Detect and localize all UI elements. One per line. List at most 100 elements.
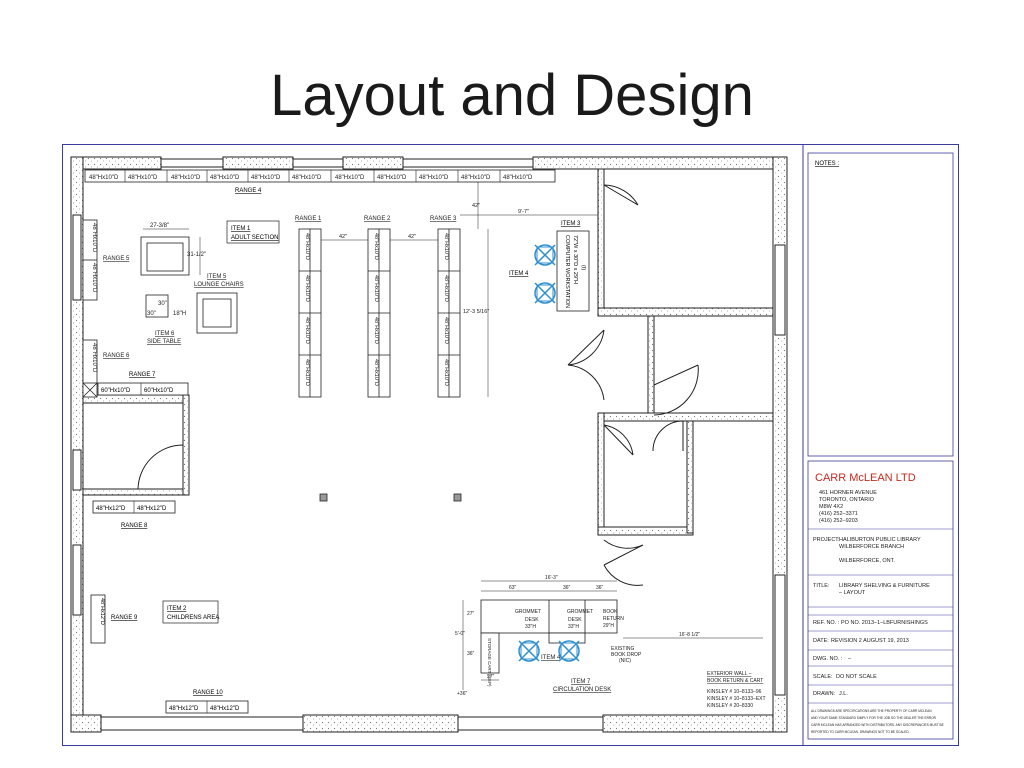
dim-label: 16'-3" [545, 575, 558, 581]
note-text: BOOK RETURN & CART [707, 678, 763, 684]
scale-value: DO NOT SCALE [836, 674, 877, 680]
item-label: ITEM 6 [155, 331, 175, 337]
item-2-box: ITEM 2 CHILDRENS AREA [162, 600, 219, 624]
note-text: KINSLEY # 10–8133–EXT [707, 696, 766, 702]
dwg-label: DWG. NO. : [813, 656, 843, 662]
address-line: 461 HORNER AVENUE [819, 490, 877, 496]
project-value: HALIBURTON PUBLIC LIBRARY [839, 537, 921, 543]
address-line: (416) 252–3371 [819, 511, 858, 517]
workstation-label: COMPUTER WORKSTATION [564, 235, 570, 308]
shelf-label: 48"Hx10"D [251, 175, 281, 181]
range-label: RANGE 3 [430, 216, 457, 222]
desk-label: BOOK [603, 609, 618, 615]
item-label: ITEM 3 [561, 221, 581, 227]
disclaimer-line: REPORTED TO CARR MCLEAN. DRAWINGS NOT TO… [811, 730, 910, 734]
desk-label: DESK [568, 617, 582, 623]
workstation-label: 72"W x 30"D x 29"H [572, 235, 578, 284]
desk-label: STORAGE CART (SEP) [487, 638, 492, 687]
shelf-label: 48"Hx10"D [443, 317, 449, 344]
shelf-label: 48"Hx10"D [461, 175, 491, 181]
shelf-label: 48"Hx10"D [443, 359, 449, 386]
shelf-label: 48"Hx10"D [304, 359, 310, 386]
address-line: (416) 252–9203 [819, 518, 858, 524]
floor-plan-drawing: 48"Hx10"D 48"Hx10"D 48"Hx10"D 48"Hx10"D … [70, 145, 954, 745]
item-label: ITEM 1 [231, 226, 251, 232]
scale-label: SCALE: [813, 674, 833, 680]
shelf-label: 48"Hx12"D [169, 706, 199, 712]
item-label: ITEM 4 [541, 655, 561, 661]
desk-label: GROMMET [567, 609, 593, 615]
dim-label: 16'-8 1/2" [679, 632, 700, 638]
range-9-shelving: 48"Hx12"D RANGE 9 [90, 594, 138, 644]
desk-label: 29"H [603, 623, 614, 629]
notes-label: NOTES : [815, 161, 839, 167]
title-value: – LAYOUT [839, 590, 866, 596]
item-label: SIDE TABLE [147, 339, 181, 345]
range-label: RANGE 2 [364, 216, 391, 222]
dim-label: 27" [467, 611, 475, 617]
shelf-label: 48"Hx10"D [373, 359, 379, 386]
door-swings [137, 184, 699, 586]
range-label: RANGE 8 [121, 523, 148, 529]
drawn-label: DRAWN: [813, 691, 836, 697]
shelf-label: 60"Hx10"D [144, 388, 174, 394]
range-label: RANGE 4 [235, 188, 262, 194]
exterior-notes: EXTERIOR WALL – BOOK RETURN & CART KINSL… [707, 671, 766, 709]
shelf-label: 48"Hx12"D [210, 706, 240, 712]
range-label: RANGE 6 [103, 353, 130, 359]
date-value: REVISION 2 AUGUST 19, 2013 [831, 638, 909, 644]
shelf-label: 48"Hx10"D [292, 175, 322, 181]
disclaimer-line: ALL DRAWINGS ARE SPECIFICATIONS ARE THE … [811, 709, 932, 713]
desk-label: (NIC) [619, 658, 631, 664]
shelf-label: 48"Hx10"D [443, 233, 449, 260]
floor-plan-sheet: 48"Hx10"D 48"Hx10"D 48"Hx10"D 48"Hx10"D … [62, 144, 959, 746]
desk-label: RETURN [603, 616, 624, 622]
item-label: LOUNGE CHAIRS [194, 282, 244, 288]
range-7-shelving: RANGE 7 60"Hx10"D 60"Hx10"D [97, 372, 189, 396]
workstation-label: (I) [580, 265, 586, 270]
dim-label: 42" [408, 234, 416, 240]
shelf-label: 48"Hx10"D [304, 275, 310, 302]
note-text: EXTERIOR WALL – [707, 671, 752, 677]
disclaimer-line: AND YOUR SAME STANDARD SIMPLY FOR THE JO… [811, 716, 937, 720]
interior-walls [597, 168, 774, 536]
task-chair-icon [534, 244, 556, 266]
desk-label: 33"H [568, 624, 579, 630]
item-label: CHILDRENS AREA [167, 615, 219, 621]
shelf-label: 60"Hx10"D [101, 388, 131, 394]
desk-label: 33"H [525, 624, 536, 630]
task-chair-icon [558, 640, 580, 662]
shelf-label: 48"Hx10"D [335, 175, 365, 181]
project-label: PROJECT: [813, 537, 840, 543]
range-label: RANGE 1 [295, 216, 322, 222]
columns [319, 493, 462, 502]
dim-label: 42" [472, 203, 480, 209]
title-label: TITLE: [813, 583, 830, 589]
ref-value: PO NO. 2013–1–LBFURNISHINGS [841, 620, 928, 626]
item-label: ITEM 5 [207, 274, 227, 280]
shelf-label: 48"Hx10"D [128, 175, 158, 181]
title-block: NOTES : CARR McLEAN LTD 461 HORNER AVENU… [802, 145, 954, 745]
shelf-label: 48"Hx10"D [210, 175, 240, 181]
storage-room [82, 394, 190, 496]
item-label: ITEM 7 [571, 679, 591, 685]
shelf-label: 48"Hx10"D [171, 175, 201, 181]
project-value: WILBERFORCE BRANCH [839, 544, 904, 550]
shelf-label: 48"Hx10"D [304, 317, 310, 344]
shelf-label: 48"Hx10"D [91, 223, 97, 253]
dim-label: 27-3/8" [150, 223, 169, 229]
shelf-label: 48"Hx10"D [91, 343, 97, 373]
shelf-label: 48"Hx10"D [503, 175, 533, 181]
circulation-desk [480, 599, 618, 674]
note-text: KINSLEY # 10–8133–96 [707, 689, 762, 695]
item-label: CIRCULATION DESK [553, 687, 611, 693]
shelf-label: 48"Hx10"D [91, 263, 97, 293]
shelf-label: 48"Hx10"D [304, 233, 310, 260]
shelf-label: 48"Hx12"D [99, 598, 105, 625]
range-label: RANGE 9 [111, 615, 138, 621]
dim-label: 9'-7" [518, 209, 529, 215]
date-label: DATE: [813, 638, 829, 644]
shelf-label: 48"Hx10"D [377, 175, 407, 181]
range-label: RANGE 7 [129, 372, 156, 378]
dim-label: 12'-3 5/16" [463, 309, 489, 315]
